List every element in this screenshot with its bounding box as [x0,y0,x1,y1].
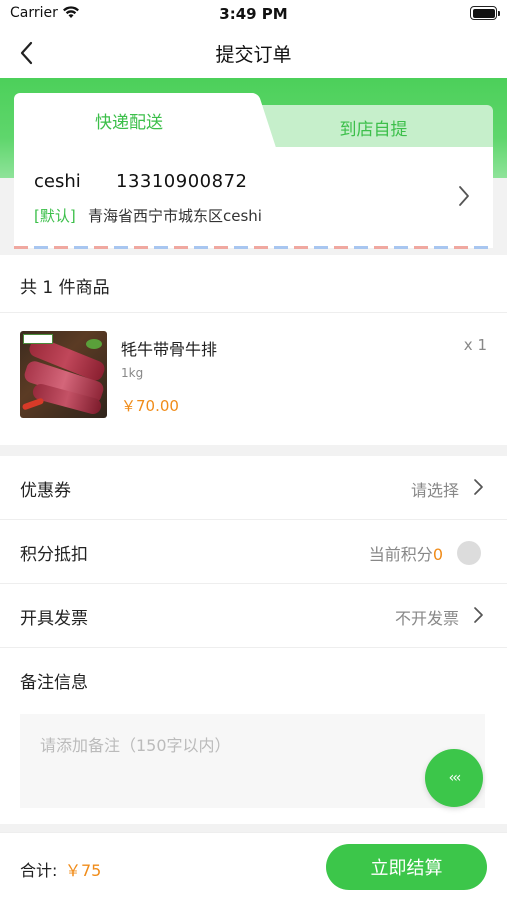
address-card: 快递配送 到店自提 ceshi 13310900872 [默认] 青海省西宁市城… [14,93,493,249]
invoice-label: 开具发票 [20,609,88,629]
product-price: ￥70.00 [121,397,179,415]
points-number: 0 [432,545,443,564]
points-row: 积分抵扣 当前积分0 [0,520,507,584]
product-spec: 1kg [121,366,144,380]
chevron-right-icon [474,479,483,495]
product-image [20,331,107,418]
invoice-row[interactable]: 开具发票 不开发票 [0,584,507,648]
points-label: 积分抵扣 [20,545,88,565]
checkout-button[interactable]: 立即结算 [326,844,487,890]
contact-phone: 13310900872 [116,171,248,192]
product-name: 牦牛带骨牛排 [121,340,218,359]
battery-icon [470,6,500,20]
coupon-value: 请选择 [410,481,459,500]
chevron-right-icon [474,607,483,623]
coupon-label: 优惠券 [20,481,71,501]
tab-express-delivery-label: 快递配送 [95,113,163,133]
remark-label: 备注信息 [20,673,88,693]
clock: 3:49 PM [219,5,288,23]
status-bar: Carrier 3:49 PM [0,0,507,28]
goods-section: 共 1 件商品 牦牛带骨牛排 1kg ￥70.00 x 1 [0,255,507,445]
points-toggle[interactable] [457,541,481,565]
nav-bar: 提交订单 [0,28,507,78]
contact-name: ceshi [34,171,81,192]
remark-input[interactable] [20,714,485,808]
total-label: 合计: [20,861,58,880]
points-value: 当前积分0 [368,545,443,564]
float-back-button[interactable]: ‹‹‹ [425,749,483,807]
total-amount: ￥75 [65,861,102,880]
address-detail: 青海省西宁市城东区ceshi [88,207,262,225]
chevron-right-icon [459,186,469,206]
divider [0,312,507,313]
goods-count: 共 1 件商品 [20,278,110,298]
coupon-row[interactable]: 优惠券 请选择 [0,456,507,520]
invoice-value: 不开发票 [394,609,459,628]
default-address-tag: [默认] [34,207,76,225]
product-quantity: x 1 [463,336,487,354]
tab-store-pickup-label: 到店自提 [339,120,408,140]
envelope-border [14,246,493,249]
address-selector[interactable]: ceshi 13310900872 [默认] 青海省西宁市城东区ceshi [14,147,493,249]
bottom-bar: 合计: ￥75 立即结算 [0,832,507,900]
page-title: 提交订单 [215,44,292,66]
